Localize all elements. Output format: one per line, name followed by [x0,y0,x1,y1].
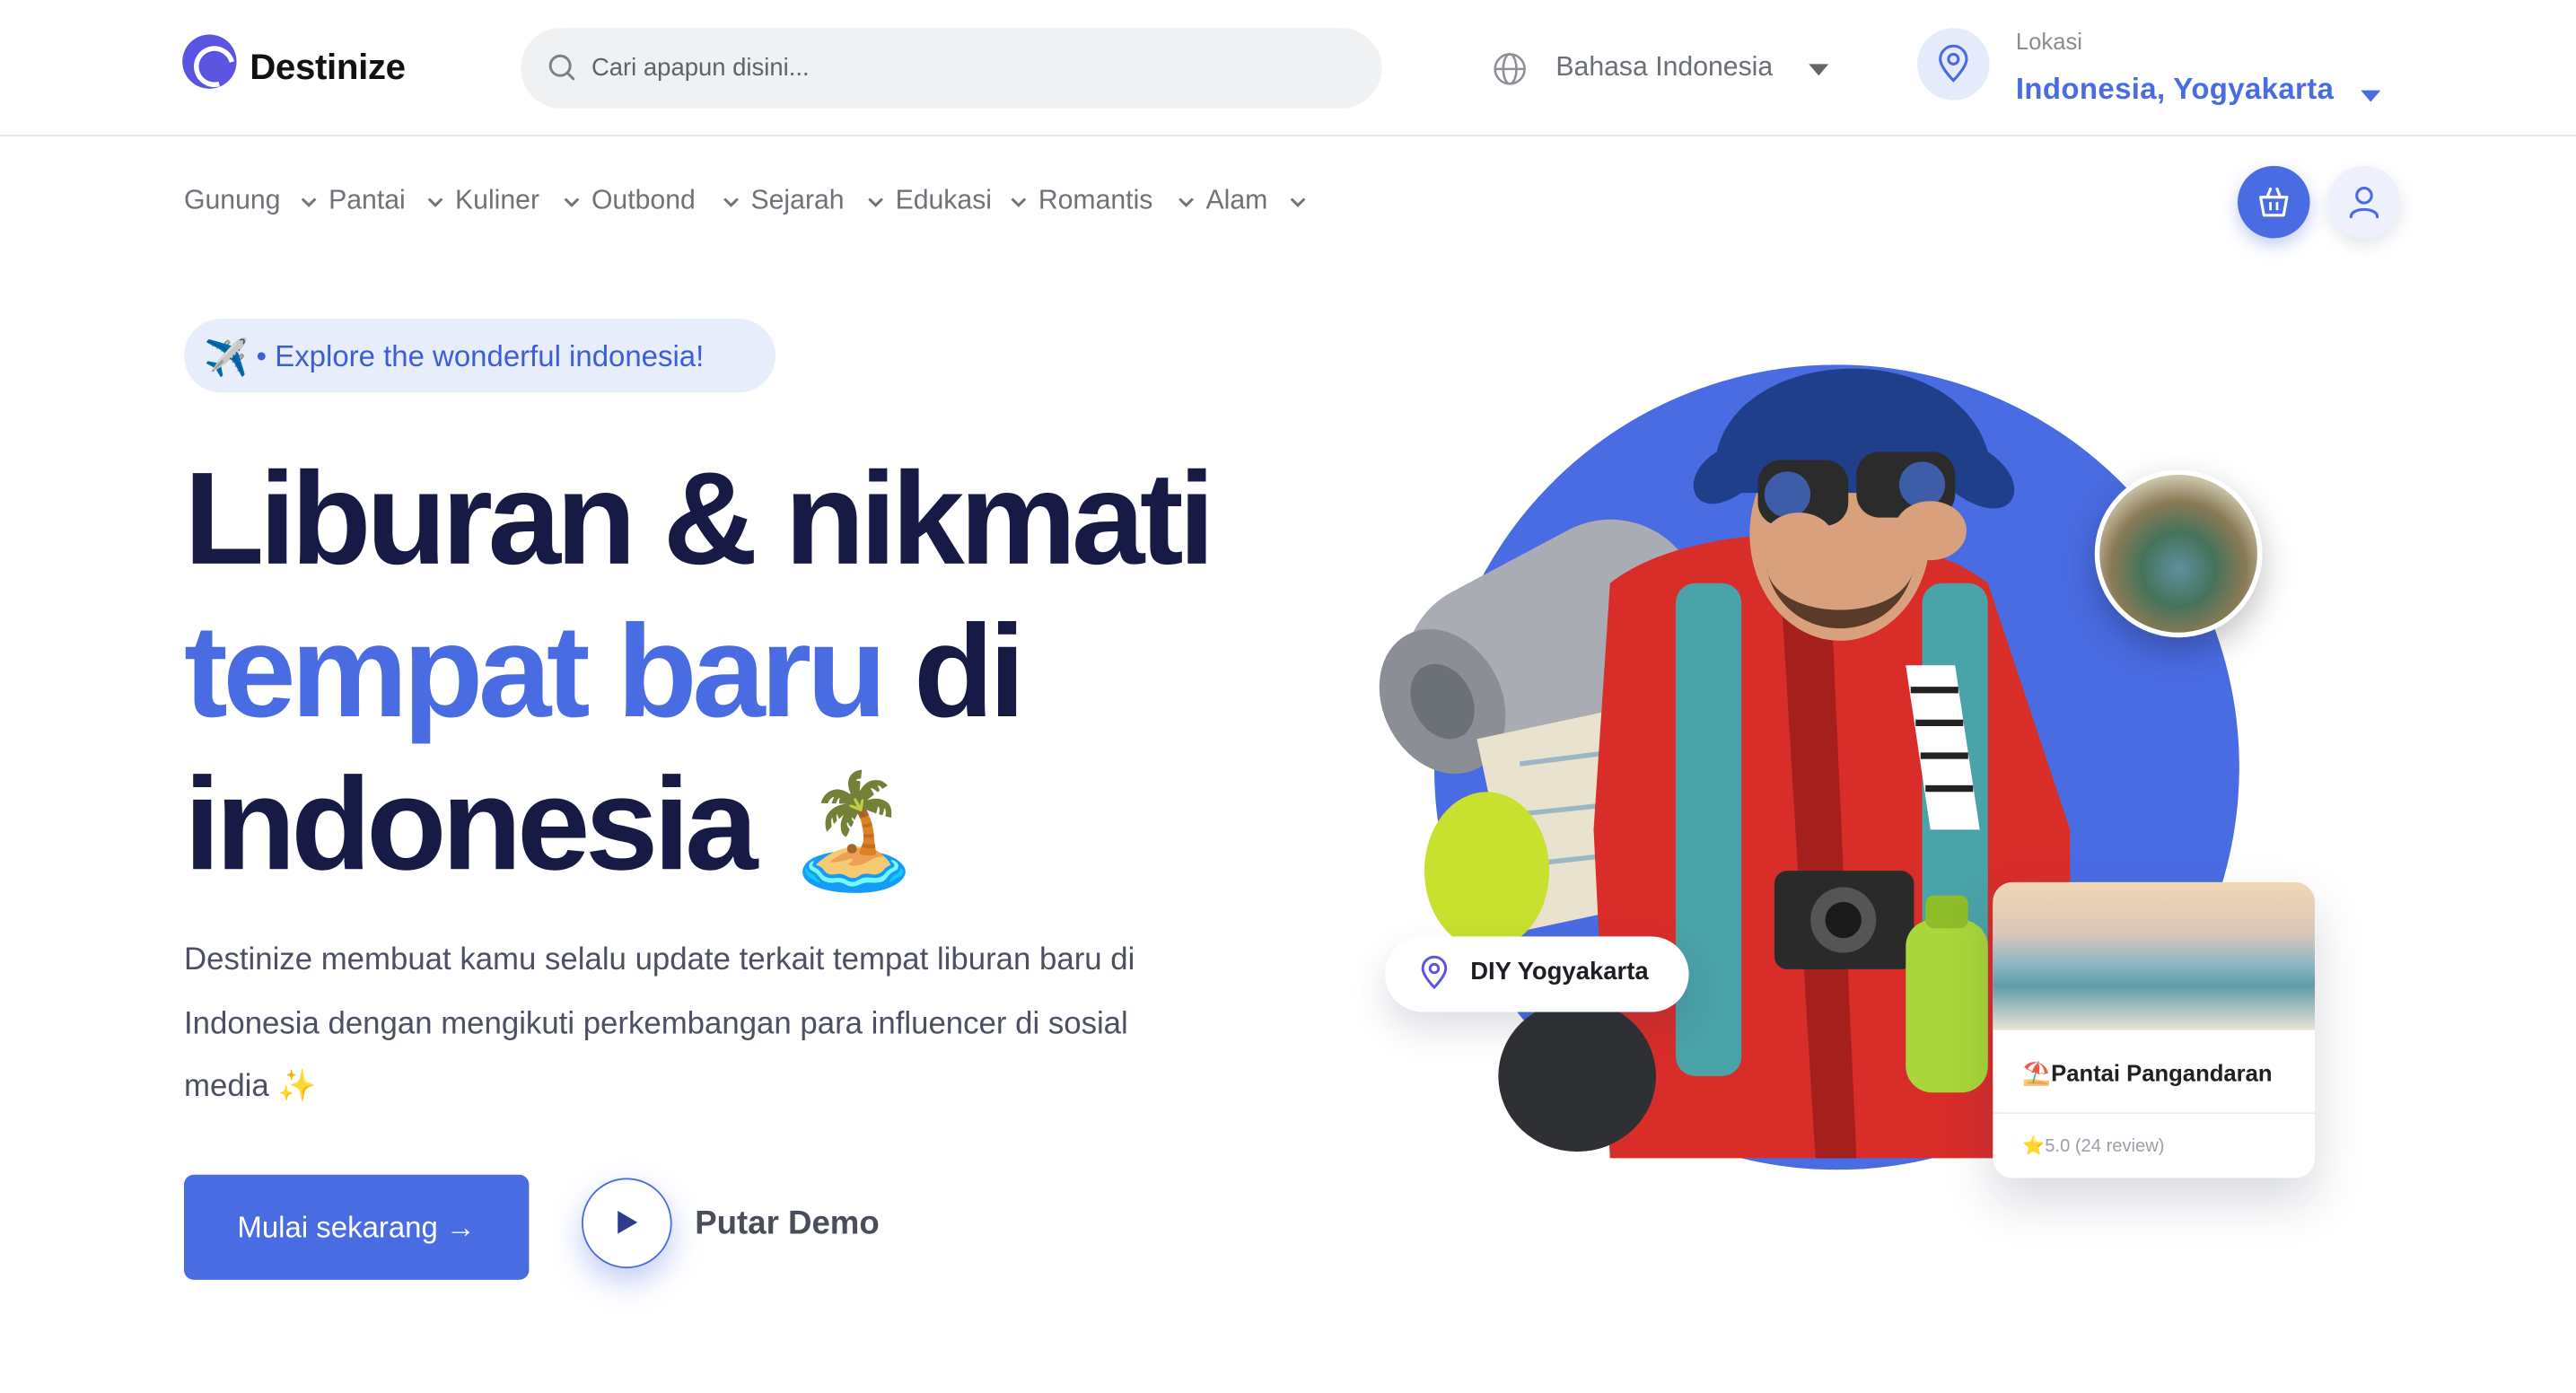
tagline-text: • Explore the wonderful indonesia! [256,339,705,373]
beach-image [1993,881,2316,1030]
top-header: Destinize Bahasa Indonesia Lokasi Indone… [0,0,2576,136]
nav-item-gunung[interactable]: Gunung [184,186,280,217]
location-chevron-down-icon[interactable] [2361,90,2381,102]
chevron-down-icon[interactable] [425,192,445,212]
globe-icon [1494,53,1526,85]
brand-logo-icon[interactable] [182,34,237,89]
airplane-icon: ✈️ [203,337,250,378]
destination-card-title-text: Pantai Pangandaran [2051,1059,2273,1086]
chevron-down-icon[interactable] [1288,192,1308,212]
hero-title-line-3-text: indonesia [184,750,758,898]
nav-item-kuliner[interactable]: Kuliner [455,186,539,217]
destination-card-title: ⛱️Pantai Pangandaran [2022,1060,2272,1088]
hero-title-line-1: Liburan & nikmati [184,445,1215,591]
hero-description: Destinize membuat kamu selalu update ter… [184,942,1135,1105]
language-selector[interactable]: Bahasa Indonesia [1555,53,1773,84]
chevron-down-icon[interactable] [562,192,582,212]
user-button[interactable] [2327,165,2401,239]
chevron-down-icon[interactable] [1009,192,1029,212]
chevron-down-icon[interactable] [1177,192,1196,212]
destination-card[interactable]: ⛱️Pantai Pangandaran ⭐5.0 (24 review) [1993,881,2316,1178]
chevron-down-icon[interactable] [722,192,741,212]
nav-item-pantai[interactable]: Pantai [329,186,406,217]
basket-icon [2259,187,2289,217]
nav-item-outbond[interactable]: Outbond [591,186,696,217]
hero-title-line-2: tempat baru di [184,606,1026,737]
destination-thumbnail[interactable] [2094,469,2263,638]
island-emoji-icon: 🏝️ [784,768,924,894]
start-now-button[interactable]: Mulai sekarang → [184,1174,530,1280]
brand-name[interactable]: Destinize [250,46,406,89]
location-pin-icon [1421,955,1448,990]
search-icon [548,54,575,81]
location-selector[interactable]: Indonesia, Yogyakarta [2016,73,2334,107]
nav-item-alam[interactable]: Alam [1206,186,1268,217]
beach-umbrella-icon: ⛱️ [2022,1059,2052,1086]
basket-button[interactable] [2238,165,2310,239]
nav-item-sejarah[interactable]: Sejarah [750,186,844,217]
page: Destinize Bahasa Indonesia Lokasi Indone… [0,0,2576,1393]
play-demo-label[interactable]: Putar Demo [695,1206,879,1244]
location-pin-icon [1939,44,1968,83]
destination-card-rating: ⭐5.0 (24 review) [2022,1136,2165,1157]
card-divider [1993,1112,2316,1115]
language-chevron-down-icon[interactable] [1809,64,1829,76]
hero-title-line-3: indonesia 🏝️ [184,758,924,890]
location-badge [1917,28,1990,101]
chevron-down-icon[interactable] [299,192,319,212]
nav-item-edukasi[interactable]: Edukasi [896,186,992,217]
location-chip-label: DIY Yogyakarta [1470,958,1649,986]
search-input[interactable] [591,40,1347,94]
hero-title-line-2-rest: di [881,598,1026,745]
nav-item-romantis[interactable]: Romantis [1038,186,1153,217]
user-icon [2349,187,2379,219]
play-demo-button[interactable] [581,1178,672,1269]
hero-title-highlight: tempat baru [184,598,887,745]
location-label: Lokasi [2015,28,2082,55]
chevron-down-icon[interactable] [866,192,886,212]
